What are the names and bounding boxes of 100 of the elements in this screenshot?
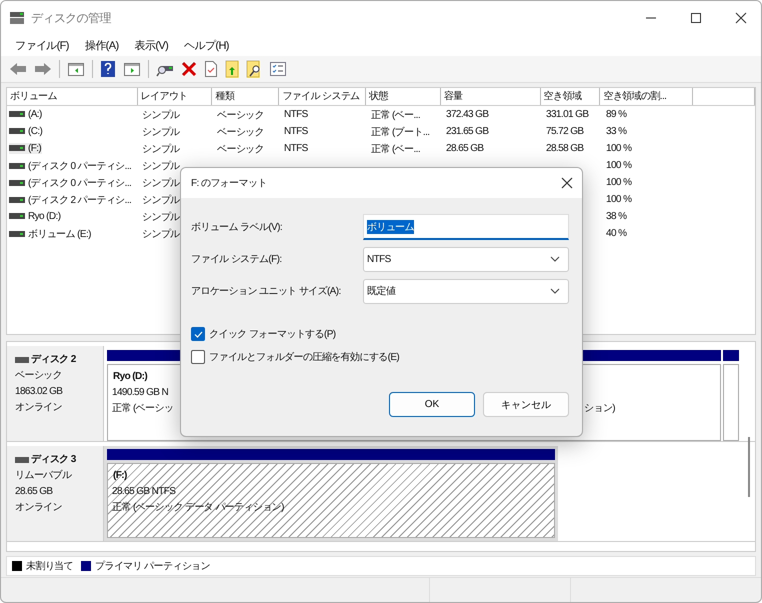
drive-icon xyxy=(15,456,29,462)
table-cell: ベーシック xyxy=(217,110,264,120)
checkbox-label[interactable]: ファイルとフォルダーの圧縮を有効にする(E) xyxy=(209,350,400,364)
table-cell: シンプル xyxy=(142,144,180,154)
dropdown[interactable]: NTFS xyxy=(363,246,569,272)
partition-name: Ryo (D:) xyxy=(112,370,148,384)
volume-cell[interactable]: (ディスク 2 パーティシ... xyxy=(9,192,132,206)
panel-icon[interactable] xyxy=(67,61,85,77)
volume-cell[interactable]: ボリューム (E:) xyxy=(9,226,92,240)
table-cell: シンプル xyxy=(142,212,180,222)
drive-icon xyxy=(9,128,25,134)
volume-cell[interactable]: (C:) xyxy=(9,126,44,137)
partition-detail: ション) xyxy=(584,402,615,416)
column-header[interactable]: 空き領域 xyxy=(540,88,600,105)
drive-icon xyxy=(9,11,25,25)
checklist-icon[interactable] xyxy=(269,61,287,77)
folder-search-icon[interactable] xyxy=(246,60,262,78)
column-header[interactable]: 空き領域の割... xyxy=(600,88,694,105)
drive-icon xyxy=(15,356,29,362)
folder-up-icon[interactable] xyxy=(225,60,239,78)
partition-detail: 1490.59 GB N xyxy=(112,386,168,400)
volume-cell[interactable]: Ryo (D:) xyxy=(9,210,62,222)
column-header[interactable]: ファイル システム xyxy=(279,88,366,105)
menu-item[interactable]: ファイル(F) xyxy=(7,38,77,53)
checkbox[interactable] xyxy=(191,327,205,341)
table-cell: シンプル xyxy=(142,228,180,240)
window-title: ディスクの管理 xyxy=(31,10,111,26)
drive-icon xyxy=(9,162,25,168)
partition-detail: 28.65 GB NTFS xyxy=(112,485,176,499)
table-cell: 正常 (ベー... xyxy=(371,110,420,120)
disk-status: オンライン xyxy=(15,401,64,415)
table-cell: シンプル xyxy=(142,178,180,188)
table-cell: NTFS xyxy=(284,126,308,137)
column-header[interactable]: 状態 xyxy=(366,88,441,105)
close-icon[interactable] xyxy=(735,12,747,24)
chevron-down-icon xyxy=(550,288,560,294)
drive-icon xyxy=(9,111,25,118)
table-cell: 100 % xyxy=(606,177,632,188)
help-icon[interactable] xyxy=(100,60,116,78)
field-label: アロケーション ユニット サイズ(A): xyxy=(191,285,342,298)
field-label: ボリューム ラベル(V): xyxy=(191,221,284,234)
table-cell: 89 % xyxy=(606,109,626,120)
checked-document-icon[interactable] xyxy=(204,60,218,78)
menu-item[interactable]: 操作(A) xyxy=(76,38,127,53)
disk-type: ベーシック xyxy=(15,369,64,383)
legend-label: プライマリ パーティション xyxy=(95,560,210,573)
disk-name: ディスク 3 xyxy=(31,453,76,467)
drive-icon xyxy=(9,145,25,152)
checkbox[interactable] xyxy=(191,350,205,364)
table-cell: 75.72 GB xyxy=(546,126,584,137)
volume-cell[interactable]: (ディスク 0 パーティシ... xyxy=(9,158,132,172)
menu-item[interactable]: ヘルプ(H) xyxy=(176,38,237,53)
table-cell: 正常 (ベー... xyxy=(371,144,420,154)
check-icon xyxy=(194,330,202,338)
table-cell: 38 % xyxy=(606,211,626,222)
dialog-button[interactable]: OK xyxy=(389,392,475,417)
table-cell: 28.65 GB xyxy=(446,143,484,154)
input-field[interactable]: ボリューム xyxy=(363,214,569,240)
dialog-title: F: のフォーマット xyxy=(191,177,267,190)
field-label: ファイル システム(F): xyxy=(191,253,283,266)
partition-detail: 正常 (ベーシッ xyxy=(112,402,174,416)
dialog-button[interactable]: キャンセル xyxy=(483,392,569,417)
column-header[interactable]: レイアウト xyxy=(138,88,212,105)
drive-icon xyxy=(9,180,25,186)
column-header[interactable]: 容量 xyxy=(440,88,541,105)
dropdown[interactable]: 既定値 xyxy=(363,278,569,304)
checkbox-label[interactable]: クイック フォーマットする(P) xyxy=(209,327,336,341)
table-cell: シンプル xyxy=(142,126,180,138)
forward-arrow-icon[interactable] xyxy=(34,61,52,77)
table-cell: 231.65 GB xyxy=(446,126,488,137)
partition-detail: 正常 (ベーシック データ パーティション) xyxy=(112,500,284,515)
table-cell: NTFS xyxy=(284,143,308,154)
menu-item[interactable]: 表示(V) xyxy=(126,38,176,53)
table-cell: 372.43 GB xyxy=(446,109,488,120)
volume-cell[interactable]: (A:) xyxy=(9,108,43,120)
column-header[interactable]: 種類 xyxy=(212,88,280,105)
disk-status: オンライン xyxy=(15,501,64,515)
scrollbar-thumb[interactable] xyxy=(748,437,750,497)
table-cell: ベーシック xyxy=(217,144,264,154)
disk-type: リムーバブル xyxy=(15,468,73,483)
drive-icon xyxy=(9,230,25,236)
chevron-down-icon xyxy=(550,256,560,262)
column-header[interactable]: ボリューム xyxy=(7,88,138,105)
table-cell: 33 % xyxy=(606,126,626,137)
volume-cell[interactable]: (F:) xyxy=(9,142,42,154)
disk-size: 28.65 GB xyxy=(15,485,54,499)
panel-icon[interactable] xyxy=(123,61,141,77)
drive-icon xyxy=(9,213,25,220)
table-cell: シンプル xyxy=(142,110,180,120)
table-cell: ベーシック xyxy=(217,126,264,138)
back-arrow-icon[interactable] xyxy=(9,61,27,77)
partition-block[interactable]: (F:) 28.65 GB NTFS 正常 (ベーシック データ パーティション) xyxy=(107,463,555,538)
table-cell: 28.58 GB xyxy=(546,143,584,154)
disk-size: 1863.02 GB xyxy=(15,385,64,399)
close-icon[interactable] xyxy=(561,177,573,189)
disk-name: ディスク 2 xyxy=(31,353,76,367)
maximize-icon[interactable] xyxy=(690,12,702,24)
delete-icon[interactable] xyxy=(181,61,197,77)
legend-label: 未割り当て xyxy=(26,560,74,573)
volume-cell[interactable]: (ディスク 0 パーティシ... xyxy=(9,176,132,190)
